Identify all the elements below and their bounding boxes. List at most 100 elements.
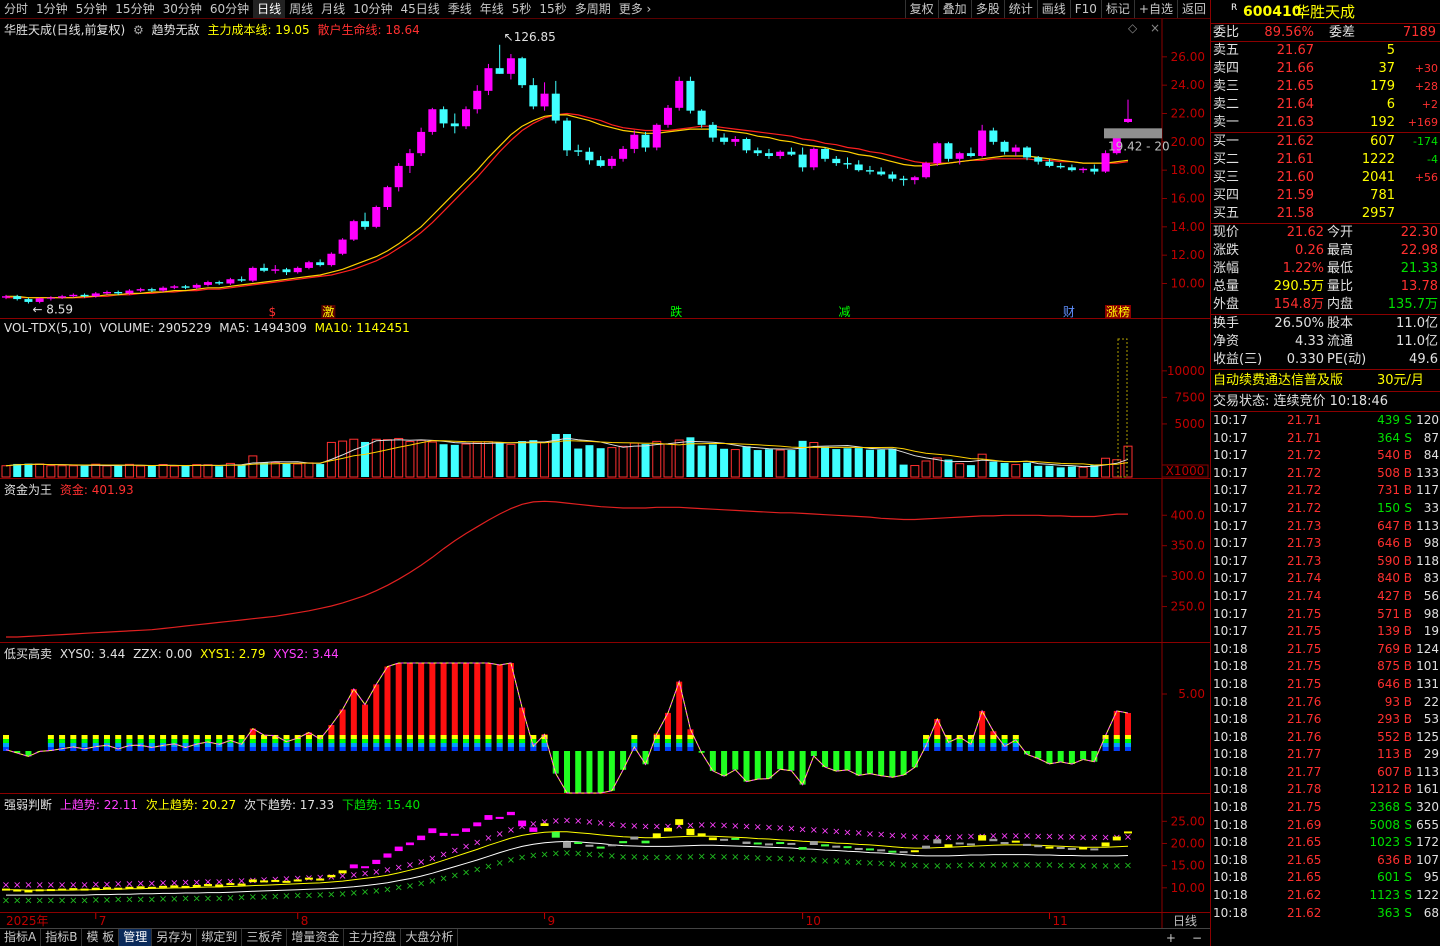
toolbar-button-6[interactable]: 标记 [1100,0,1134,18]
promo-text[interactable]: 自动续费通达信普及版 [1213,370,1343,392]
period-tab-3[interactable]: 15分钟 [111,0,158,18]
lowbuy-band-blue [261,743,268,747]
lowbuy-band-green [47,739,54,743]
lowbuy-band-blue [384,743,391,747]
volume-bar [865,449,874,477]
down-trend-mark: × [148,894,156,905]
period-tab-9[interactable]: 10分钟 [349,0,396,18]
lowbuy-band-blue [485,743,492,747]
toolbar-button-4[interactable]: 画线 [1036,0,1070,18]
period-tab-5[interactable]: 60分钟 [206,0,253,18]
bottom-tab-6[interactable]: 三板斧 [242,929,288,946]
bottom-tab-1[interactable]: 指标B [41,929,83,946]
lowbuy-panel[interactable]: 低买高卖 XYS0: 3.44 ZZX: 0.00 XYS1: 2.79 XYS… [0,643,1210,794]
bottom-tab-2[interactable]: 模 板 [82,929,120,946]
volume-panel[interactable]: VOL-TDX(5,10) VOLUME: 2905229 MA5: 14943… [0,319,1210,479]
period-tab-1[interactable]: 1分钟 [32,0,72,18]
up-trend-mark: × [776,823,784,834]
period-tab-2[interactable]: 5分钟 [72,0,112,18]
settings-gear-icon[interactable]: ⚙ [133,23,144,37]
lowbuy-band-green [305,739,312,743]
kline-panel[interactable]: 华胜天成(日线,前复权) ⚙ 趋势无敌 主力成本线: 19.05 散户生命线: … [0,19,1210,319]
lowbuy-band-green [631,739,638,743]
toolbar-button-0[interactable]: 复权 [904,0,938,18]
tick-volume: 571 [1377,606,1400,621]
bottom-tab-8[interactable]: 主力控盘 [344,929,402,946]
candle-body [316,262,325,266]
period-tab-0[interactable]: 分时 [0,0,32,18]
fund-indicator: 资金为王 [4,483,53,497]
tick-price: 21.75 [1287,676,1322,691]
period-tab-14[interactable]: 15秒 [535,0,570,18]
promo-row[interactable]: 自动续费通达信普及版 30元/月 [1211,370,1440,392]
lowbuy-band-navy [418,747,425,751]
period-tab-15[interactable]: 多周期 [571,0,615,18]
promo-price[interactable]: 30元/月 [1377,370,1424,392]
period-tab-6[interactable]: 日线 [253,0,286,18]
toolbar-button-2[interactable]: 多股 [970,0,1004,18]
ask-book: 卖五 21.67 5 卖四 21.66 37 +30 卖三 21.65 179 +28 卖二 21.64… [1211,42,1440,133]
candle-body [80,294,89,297]
period-tab-12[interactable]: 年线 [476,0,508,18]
toolbar-button-1[interactable]: 叠加 [937,0,971,18]
lowbuy-band-navy [1012,747,1019,751]
strength-candle [910,850,919,853]
lowbuy-chart[interactable]: 5.00 [0,643,1210,794]
volume-bar [248,455,258,478]
period-tab-13[interactable]: 5秒 [508,0,536,18]
fund-panel[interactable]: 资金为王 资金: 401.93 400.0 350.0 300.0 250.0 [0,479,1210,643]
volume-bar [843,448,852,477]
candle-body [383,187,392,207]
down-trend-mark: × [170,894,178,905]
bottom-tab-7[interactable]: 增量资金 [287,929,345,946]
bottom-tab-4[interactable]: 另存为 [152,929,198,946]
volume-bar [899,464,908,477]
strength-candle [518,820,527,827]
candle-body [955,153,964,159]
candle-body [1056,165,1065,168]
period-tab-4[interactable]: 30分钟 [159,0,206,18]
down-trend-mark: × [596,850,604,861]
kline-chart[interactable]: 26.00 24.00 22.00 20.00 18.00 16.00 14.00 12.00… [0,19,1210,319]
fund-chart[interactable]: 400.0 350.0 300.0 250.0 [0,479,1210,643]
tick-count: 98 [1423,536,1439,551]
volume-bar [720,448,729,477]
period-tab-7[interactable]: 周线 [285,0,317,18]
strength-candle [428,828,437,834]
tick-count: 161 [1416,782,1439,797]
lowbuy-band-yellow [418,735,425,739]
toolbar-button-5[interactable]: F10 [1069,0,1101,18]
bottom-tab-0[interactable]: 指标A [0,929,42,946]
strength-panel[interactable]: 强弱判断 上趋势: 22.11 次上趋势: 20.27 次下趋势: 17.33 … [0,794,1210,912]
candle-body [58,296,67,298]
toolbar-button-7[interactable]: +自选 [1133,0,1177,18]
lowbuy-band-blue [956,743,963,747]
month-label-2: 9 [548,914,556,928]
fund-ytick: 250.0 [1171,600,1205,614]
bottom-tab-9[interactable]: 大盘分析 [401,929,459,946]
strength-candle [854,847,863,850]
lowbuy-band-navy [317,747,324,751]
volume-bar [977,453,987,478]
lowbuy-band-yellow [350,735,357,739]
volume-chart[interactable]: 10000 7500 5000 X1000 [0,319,1210,479]
lowbuy-band-green [148,739,155,743]
period-tab-11[interactable]: 季线 [444,0,476,18]
bottom-tab-5[interactable]: 绑定到 [197,929,243,946]
fund-title: 资金为王 资金: 401.93 [4,481,138,498]
volume-bar [260,462,269,477]
period-tab-10[interactable]: 45日线 [396,0,443,18]
bottom-tab-3[interactable]: 管理 [119,929,153,946]
down-trend-mark: × [899,860,907,871]
tick-list: 10:17 21.71 439 S 120 10:17 21.71 364 S 87 10:17 21… [1211,412,1440,922]
zoom-in-icon[interactable]: + [1158,931,1184,945]
toolbar-button-8[interactable]: 返回 [1176,0,1210,18]
up-trend-mark: × [630,821,638,832]
period-tab-8[interactable]: 月线 [317,0,349,18]
toolbar-button-3[interactable]: 统计 [1003,0,1037,18]
period-tab-16[interactable]: 更多 › [615,0,656,18]
strength-candle [114,887,123,890]
lowbuy-band-green [350,739,357,743]
tick-price: 21.73 [1287,553,1322,568]
zoom-out-icon[interactable]: − [1184,931,1210,945]
